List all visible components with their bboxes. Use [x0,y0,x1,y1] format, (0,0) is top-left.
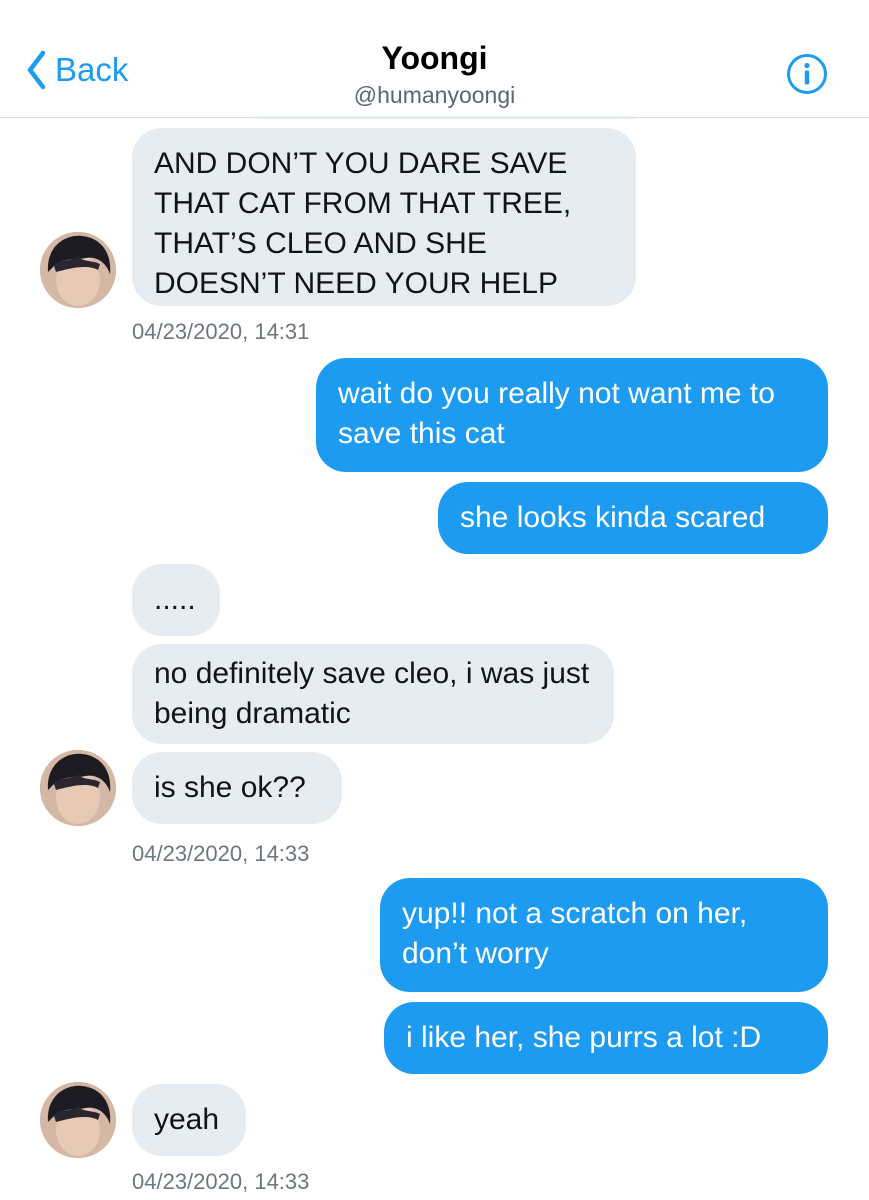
message-text: she looks kinda scared [460,501,766,534]
avatar[interactable] [40,750,116,826]
message-bubble-outgoing[interactable]: i like her, she purrs a lot :D [384,1002,828,1074]
conversation-handle: @humanyoongi [353,82,516,108]
info-button[interactable] [786,53,828,95]
message-bubble-incoming[interactable]: AND DON’T YOU DARE SAVE THAT CAT FROM TH… [132,128,636,306]
message-text: is she ok?? [154,771,306,804]
message-bubble-outgoing[interactable]: wait do you really not want me to save t… [316,358,828,472]
info-icon [786,53,828,95]
message-text: i like her, she purrs a lot :D [406,1021,762,1054]
conversation-title-block: Yoongi @humanyoongi [0,38,869,110]
message-timestamp: 04/23/2020, 14:31 [132,319,310,344]
message-bubble-incoming[interactable]: no definitely save cleo, i was just bein… [132,644,614,744]
message-bubble-incoming[interactable]: is she ok?? [132,752,342,824]
message-bubble-incoming[interactable]: ..... [132,564,220,636]
message-text: yup!! not a scratch on her, don’t worry [402,897,748,970]
message-bubble-outgoing[interactable]: she looks kinda scared [438,482,828,554]
conversation-title: Yoongi [381,40,488,76]
message-text: no definitely save cleo, i was just bein… [154,657,590,730]
avatar[interactable] [40,232,116,308]
message-timestamp: 04/23/2020, 14:33 [132,1169,310,1194]
message-text: ..... [154,583,196,616]
message-bubble-incoming[interactable]: yeah [132,1084,246,1156]
avatar[interactable] [40,1082,116,1158]
message-timestamp: 04/23/2020, 14:33 [132,841,310,866]
conversation-header: Back Yoongi @humanyoongi [0,0,869,118]
message-text: AND DON’T YOU DARE SAVE THAT CAT FROM TH… [154,147,572,300]
message-text: wait do you really not want me to save t… [338,377,775,450]
message-text: yeah [154,1103,220,1136]
previous-message-edge [255,116,635,119]
message-bubble-outgoing[interactable]: yup!! not a scratch on her, don’t worry [380,878,828,992]
